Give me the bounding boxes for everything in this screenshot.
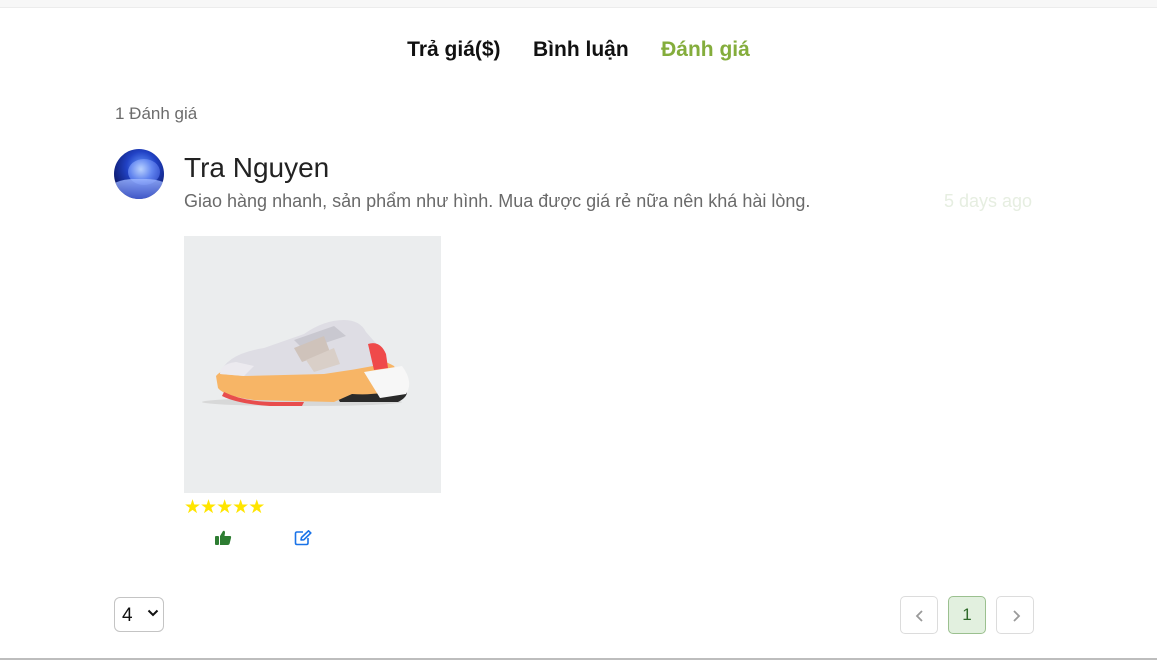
thumbs-up-icon [215,530,232,545]
edit-icon [294,530,312,546]
star-icon: ★ [248,497,266,518]
review-author: Tra Nguyen [184,152,330,183]
chevron-right-icon [1013,610,1021,622]
star-icon: ★ [200,497,218,518]
top-divider [0,0,1157,8]
chevron-left-icon [915,610,923,622]
page-size-select[interactable]: 4 [114,597,164,632]
shoe-image [202,320,410,406]
edit-button[interactable] [294,530,314,548]
prev-page-button[interactable] [900,596,938,634]
star-icon: ★ [184,497,202,518]
review-count: 1 Đánh giá [115,104,198,123]
review-time: 5 days ago [944,191,1033,211]
review-comment: Giao hàng nhanh, sản phẩm như hình. Mua … [184,191,811,211]
like-button[interactable] [214,530,234,548]
tab-bar: Trả giá($) Bình luận Đánh giá [0,36,1157,64]
avatar [114,149,164,199]
page-button-current[interactable]: 1 [948,596,986,634]
tab-comments[interactable]: Bình luận [533,36,629,64]
tab-reviews[interactable]: Đánh giá [661,36,750,64]
star-icon: ★ [232,497,250,518]
next-page-button[interactable] [996,596,1034,634]
review-photo[interactable] [184,236,441,493]
page-size-value: 4 [122,605,133,626]
avatar-ground [114,179,164,199]
chevron-down-icon [147,609,159,617]
star-icon: ★ [216,497,234,518]
review-rating: ★★★★★ [184,497,266,518]
tab-bids[interactable]: Trả giá($) [407,36,500,64]
